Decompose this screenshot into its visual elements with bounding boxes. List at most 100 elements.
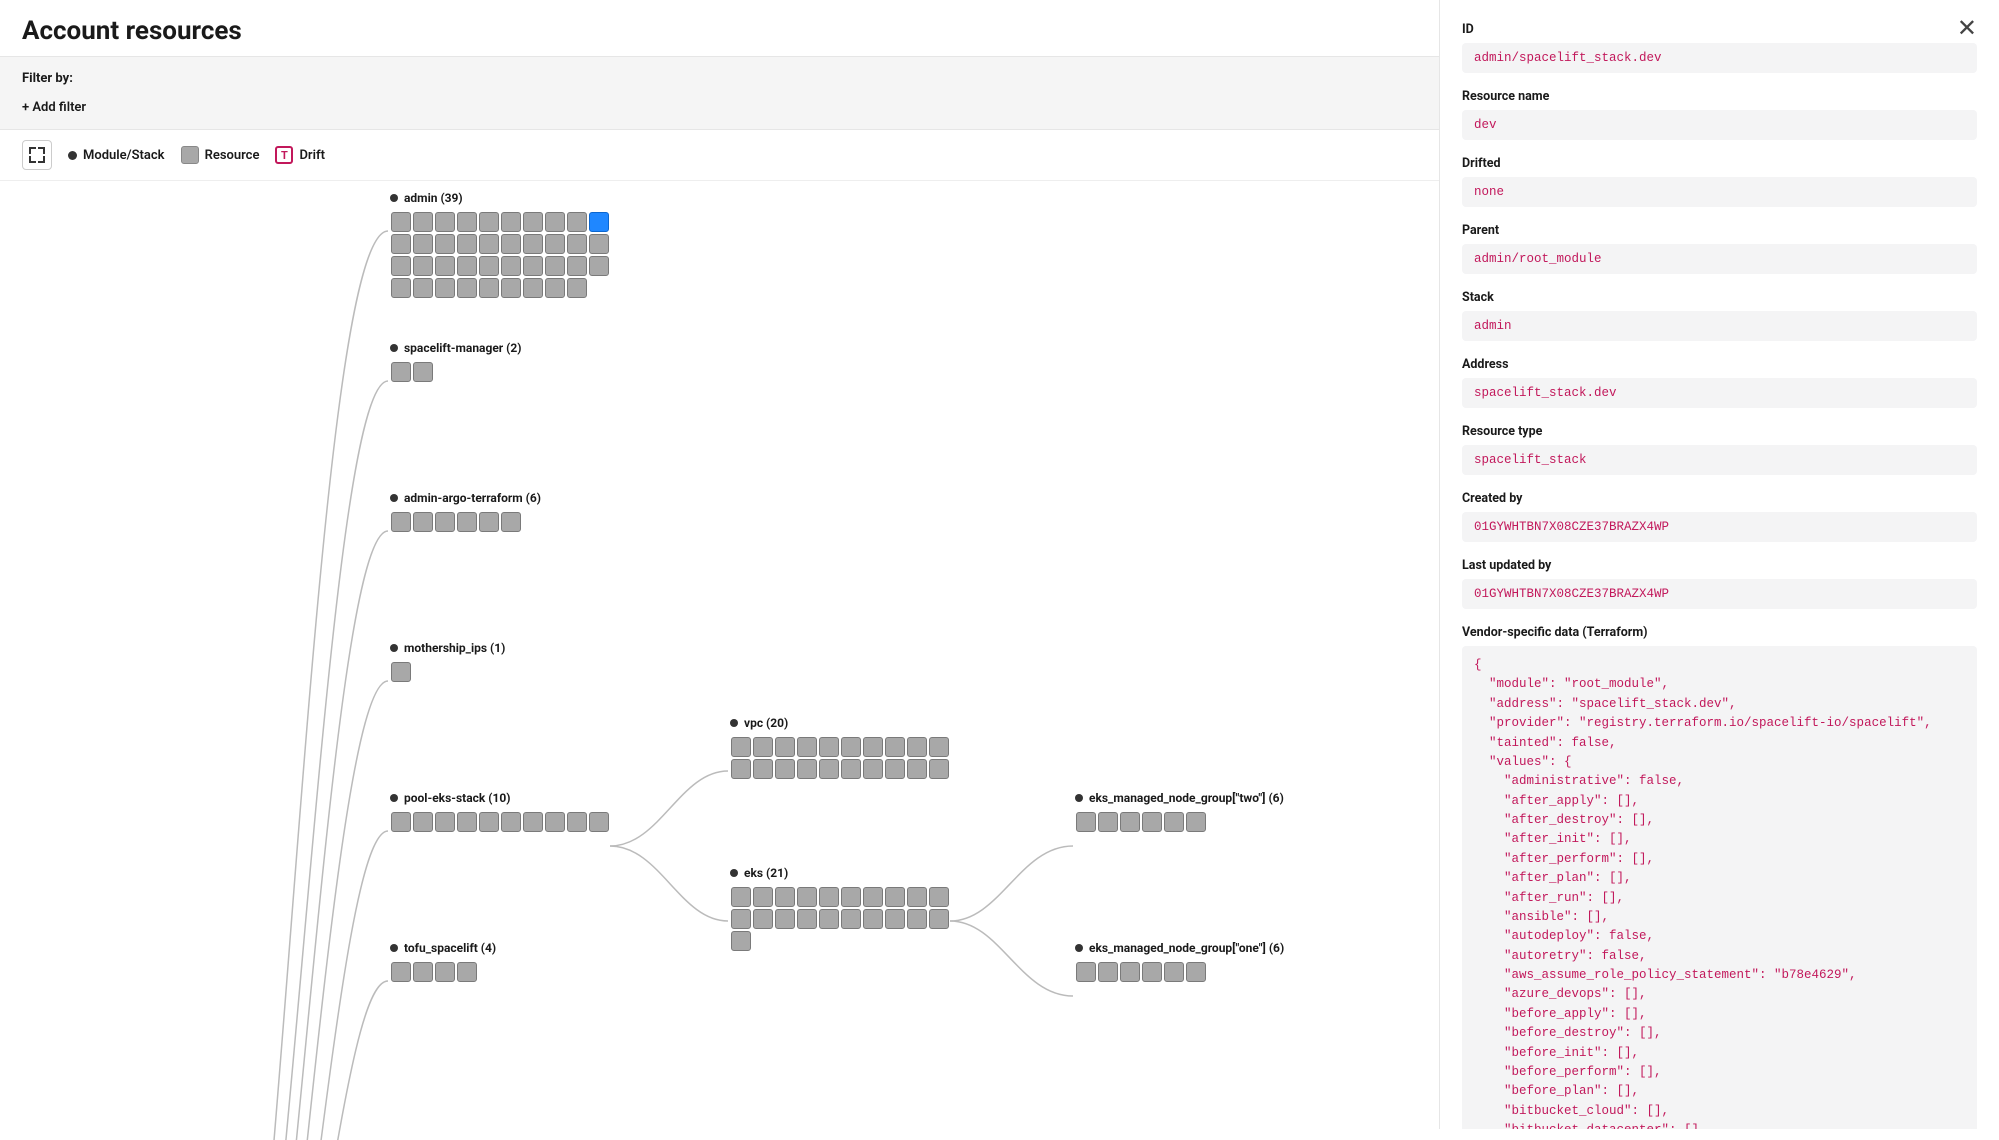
resource-cell[interactable] <box>435 256 455 276</box>
resource-cell[interactable] <box>863 909 883 929</box>
node-header[interactable]: vpc (20) <box>730 716 950 730</box>
resource-cell[interactable] <box>1186 812 1206 832</box>
resource-cell[interactable] <box>413 362 433 382</box>
resource-cell[interactable] <box>501 234 521 254</box>
resource-cell[interactable] <box>885 759 905 779</box>
resource-cell[interactable] <box>841 909 861 929</box>
resource-cell[interactable] <box>567 812 587 832</box>
resource-cell[interactable] <box>391 234 411 254</box>
resource-cell[interactable] <box>413 512 433 532</box>
resource-cell[interactable] <box>731 759 751 779</box>
resource-cell[interactable] <box>929 737 949 757</box>
node-header[interactable]: pool-eks-stack (10) <box>390 791 610 805</box>
resource-cell[interactable] <box>753 909 773 929</box>
resource-cell[interactable] <box>545 212 565 232</box>
resource-cell[interactable] <box>753 737 773 757</box>
resource-cell[interactable] <box>1186 962 1206 982</box>
resource-cell[interactable] <box>567 234 587 254</box>
resource-cell[interactable] <box>479 234 499 254</box>
resource-cell[interactable] <box>523 278 543 298</box>
resource-cell[interactable] <box>775 887 795 907</box>
resource-cell[interactable] <box>413 278 433 298</box>
resource-cell[interactable] <box>545 278 565 298</box>
resource-cell[interactable] <box>1076 812 1096 832</box>
resource-cell[interactable] <box>1120 962 1140 982</box>
node-header[interactable]: tofu_spacelift (4) <box>390 941 496 955</box>
resource-cell[interactable] <box>501 278 521 298</box>
resource-cell[interactable] <box>841 759 861 779</box>
resource-cell[interactable] <box>753 887 773 907</box>
resource-cell[interactable] <box>731 887 751 907</box>
resource-cell[interactable] <box>775 737 795 757</box>
resource-cell[interactable] <box>413 256 433 276</box>
resource-cell[interactable] <box>1098 812 1118 832</box>
resource-cell[interactable] <box>907 909 927 929</box>
resource-cell[interactable] <box>479 278 499 298</box>
resource-cell[interactable] <box>589 212 609 232</box>
resource-cell[interactable] <box>1098 962 1118 982</box>
resource-cell[interactable] <box>1120 812 1140 832</box>
resource-cell[interactable] <box>413 812 433 832</box>
resource-cell[interactable] <box>391 812 411 832</box>
resource-cell[interactable] <box>501 256 521 276</box>
resource-cell[interactable] <box>863 759 883 779</box>
resource-cell[interactable] <box>797 909 817 929</box>
resource-cell[interactable] <box>391 362 411 382</box>
resource-cell[interactable] <box>457 234 477 254</box>
resource-cell[interactable] <box>589 812 609 832</box>
node-header[interactable]: admin-argo-terraform (6) <box>390 491 541 505</box>
resource-cell[interactable] <box>501 812 521 832</box>
resource-cell[interactable] <box>567 256 587 276</box>
resource-cell[interactable] <box>819 887 839 907</box>
resource-cell[interactable] <box>775 759 795 779</box>
resource-cell[interactable] <box>391 662 411 682</box>
resource-cell[interactable] <box>413 962 433 982</box>
fullscreen-button[interactable] <box>22 140 52 170</box>
resource-cell[interactable] <box>479 256 499 276</box>
resource-cell[interactable] <box>907 887 927 907</box>
resource-cell[interactable] <box>567 212 587 232</box>
resource-cell[interactable] <box>863 737 883 757</box>
resource-cell[interactable] <box>545 812 565 832</box>
resource-cell[interactable] <box>413 234 433 254</box>
resource-cell[interactable] <box>819 737 839 757</box>
resource-cell[interactable] <box>479 212 499 232</box>
resource-cell[interactable] <box>391 962 411 982</box>
resource-cell[interactable] <box>929 759 949 779</box>
resource-cell[interactable] <box>435 512 455 532</box>
resource-cell[interactable] <box>391 278 411 298</box>
node-header[interactable]: eks_managed_node_group["two"] (6) <box>1075 791 1284 805</box>
resource-cell[interactable] <box>457 812 477 832</box>
resource-cell[interactable] <box>907 737 927 757</box>
resource-cell[interactable] <box>523 234 543 254</box>
resource-cell[interactable] <box>841 737 861 757</box>
resource-cell[interactable] <box>775 909 795 929</box>
resource-cell[interactable] <box>435 212 455 232</box>
resource-cell[interactable] <box>545 234 565 254</box>
resource-cell[interactable] <box>501 512 521 532</box>
resource-cell[interactable] <box>1164 962 1184 982</box>
resource-cell[interactable] <box>391 212 411 232</box>
node-header[interactable]: eks_managed_node_group["one"] (6) <box>1075 941 1284 955</box>
node-header[interactable]: mothership_ips (1) <box>390 641 505 655</box>
resource-cell[interactable] <box>797 737 817 757</box>
resource-cell[interactable] <box>589 234 609 254</box>
resource-cell[interactable] <box>1142 812 1162 832</box>
resource-cell[interactable] <box>457 512 477 532</box>
node-header[interactable]: admin (39) <box>390 191 610 205</box>
resource-cell[interactable] <box>435 812 455 832</box>
resource-cell[interactable] <box>819 759 839 779</box>
resource-cell[interactable] <box>797 759 817 779</box>
resource-cell[interactable] <box>413 212 433 232</box>
resource-cell[interactable] <box>457 278 477 298</box>
resource-cell[interactable] <box>457 256 477 276</box>
resource-cell[interactable] <box>501 212 521 232</box>
resource-cell[interactable] <box>567 278 587 298</box>
resource-cell[interactable] <box>479 512 499 532</box>
resource-cell[interactable] <box>391 256 411 276</box>
resource-cell[interactable] <box>797 887 817 907</box>
resource-graph-canvas[interactable]: admin (39)spacelift-manager (2)admin-arg… <box>0 181 1439 1140</box>
resource-cell[interactable] <box>589 256 609 276</box>
resource-cell[interactable] <box>391 512 411 532</box>
resource-cell[interactable] <box>435 234 455 254</box>
